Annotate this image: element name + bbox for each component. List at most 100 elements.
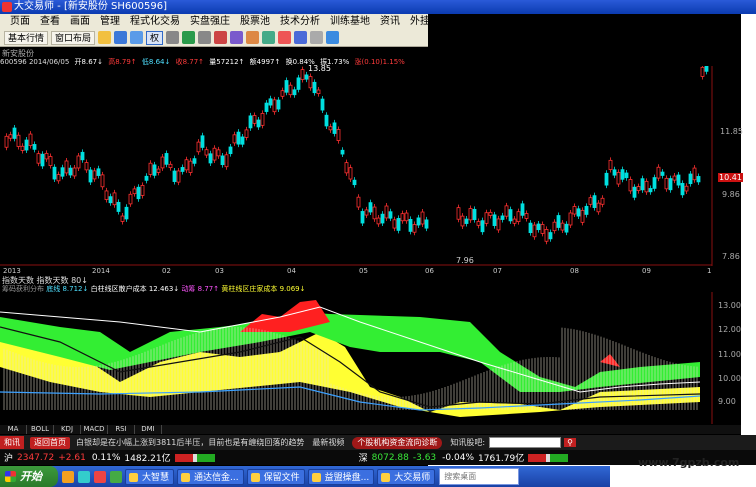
tab-boll[interactable]: BOLL [27, 425, 54, 434]
windows-flag-icon [5, 471, 16, 482]
x-label: 08 [570, 267, 579, 275]
quicklaunch-icon[interactable] [110, 470, 122, 483]
bookmark-icon[interactable] [278, 31, 292, 44]
window-title: 大交易师 - [新安股份 SH600596] [14, 1, 167, 12]
basic-quote-button[interactable]: 基本行情 [4, 30, 49, 45]
x-label: 05 [359, 267, 368, 275]
news-bar: 和讯 返回首页 白银却是在小幅上涨到3811后半压，目前也是有缠绕回落的趋势 最… [0, 435, 756, 450]
x-label: 04 [287, 267, 296, 275]
code-date: 600596 2014/06/05 [0, 58, 70, 66]
task-dajiaoyishi[interactable]: 大交易师 [377, 468, 436, 485]
menu-item-stock-pool[interactable]: 股票池 [235, 14, 275, 29]
sz-change: -3.63 [412, 452, 437, 463]
menu-item-strong-dealer[interactable]: 实盘强庄 [185, 14, 235, 29]
open-value: 开8.67↓ [74, 58, 103, 66]
quicklaunch-icon[interactable] [94, 470, 106, 483]
plus-icon[interactable] [114, 31, 128, 44]
indicator-tabs: MA BOLL KDJ MACD RSI DMI [0, 425, 741, 434]
sh-pct: 0.11% [91, 452, 121, 463]
right-edge [741, 0, 756, 437]
gear-icon[interactable] [246, 31, 260, 44]
ind-axis-3: 11.00 [718, 350, 741, 359]
forum-search-input[interactable] [489, 437, 562, 448]
window-icon[interactable] [294, 31, 308, 44]
menu-item-tech-analysis[interactable]: 技术分析 [275, 14, 325, 29]
desktop-search-input[interactable]: 搜索桌面 [439, 468, 520, 485]
home-button[interactable]: 返回首页 [30, 436, 70, 449]
start-button[interactable]: 开始 [0, 466, 58, 487]
ind-axis-5: 9.00 [718, 397, 736, 406]
volume-value: 量57212↑ [209, 58, 245, 66]
tab-ma[interactable]: MA [0, 425, 27, 434]
task-dazhihui[interactable]: 大智慧 [125, 468, 175, 485]
sz-label: 深 [358, 454, 368, 464]
candlestick-chart[interactable] [0, 66, 741, 266]
x-label: 1 [707, 267, 712, 275]
help-icon[interactable] [326, 31, 340, 44]
x-label: 2014 [92, 267, 110, 275]
menu-item-plugins[interactable]: 插件 [435, 14, 465, 29]
tab-macd[interactable]: MACD [81, 425, 108, 434]
menu-item-manage[interactable]: 管理 [95, 14, 125, 29]
grid-icon[interactable] [166, 31, 180, 44]
price-status-line: 600596 2014/06/05 开8.67↓ 高8.79↑ 低8.64↓ 收… [0, 57, 428, 66]
price-axis-current: 10.41 [718, 173, 743, 182]
task-yimeng[interactable]: 益盟操盘... [307, 468, 375, 485]
menu-item-screen[interactable]: 画面 [65, 14, 95, 29]
window-layout-button[interactable]: 窗口布局 [51, 30, 96, 45]
price-axis-1: 11.85 [720, 127, 743, 136]
title-bar: 大交易师 - [新安股份 SH600596] [0, 0, 756, 14]
forum-search-label: 知讯股吧: [450, 438, 486, 447]
news-headline[interactable]: 白银却是在小幅上涨到3811后半压，目前也是有缠绕回落的趋势 [76, 437, 304, 448]
menu-item-window[interactable]: 窗口 [465, 14, 495, 29]
menu-bar: 页面 查看 画面 管理 程式化交易 实盘强庄 股票池 技术分析 训练基地 资讯 … [0, 14, 520, 29]
menu-item-view[interactable]: 查看 [35, 14, 65, 29]
zoom-icon[interactable] [130, 31, 144, 44]
sh-breadth-bar [174, 453, 215, 462]
task-saved-files[interactable]: 保留文件 [246, 468, 305, 485]
sh-label: 沪 [4, 454, 14, 464]
x-label: 09 [642, 267, 651, 275]
chart-icon[interactable] [182, 31, 196, 44]
search-icon[interactable]: ⚲ [564, 438, 576, 447]
low-price-label: 7.96 [456, 256, 474, 265]
low-value: 低8.64↓ [141, 58, 171, 66]
taskbar: 开始 大智慧 通达信金... 保留文件 益盟操盘... 大交易师 搜索桌面 [0, 466, 610, 487]
menu-item-help[interactable]: 帮助 [495, 14, 525, 29]
x-label: 2013 [3, 267, 21, 275]
high-value: 高8.79↑ [108, 58, 137, 66]
change-value: 涨(0.10)1.15% [354, 58, 405, 66]
x-label: 03 [215, 267, 224, 275]
menu-item-info[interactable]: 资讯 [375, 14, 405, 29]
latest-video-link[interactable]: 最新视频 [312, 437, 344, 448]
task-tongdaxin[interactable]: 通达信金... [177, 468, 244, 485]
peak-price-label: 13.85 [308, 64, 331, 73]
sz-pct: -0.04% [442, 452, 475, 463]
menu-item-training[interactable]: 训练基地 [325, 14, 375, 29]
folder-icon[interactable] [98, 31, 112, 44]
tab-dmi[interactable]: DMI [135, 425, 162, 434]
menu-item-plugin-ext[interactable]: 外挂 [405, 14, 435, 29]
list-icon[interactable] [198, 31, 212, 44]
menu-item-page[interactable]: 页面 [5, 14, 35, 29]
print-icon[interactable] [310, 31, 324, 44]
fund-flow-button[interactable]: 个股机构资金流向诊断 [352, 436, 443, 449]
amount-value: 额4997↑ [249, 58, 281, 66]
close-value: 收8.77↑ [175, 58, 205, 66]
indicator-icon[interactable] [230, 31, 244, 44]
sz-value: 8072.88 [371, 452, 409, 463]
sz-breadth-bar [528, 453, 569, 462]
sh-change: +2.61 [58, 452, 86, 463]
tab-rsi[interactable]: RSI [108, 425, 135, 434]
refresh-icon[interactable] [262, 31, 276, 44]
quicklaunch-icon[interactable] [78, 470, 90, 483]
ind-axis-1: 13.00 [718, 301, 741, 310]
menu-item-program-trading[interactable]: 程式化交易 [125, 14, 185, 29]
quicklaunch-icon[interactable] [62, 470, 74, 483]
hexun-logo[interactable]: 和讯 [0, 436, 24, 449]
alert-icon[interactable] [214, 31, 228, 44]
tab-kdj[interactable]: KDJ [54, 425, 81, 434]
toolbar: 基本行情 窗口布局 权 [0, 29, 428, 47]
chip-distribution-chart[interactable] [0, 292, 741, 424]
adjust-rights-button[interactable]: 权 [146, 30, 164, 45]
